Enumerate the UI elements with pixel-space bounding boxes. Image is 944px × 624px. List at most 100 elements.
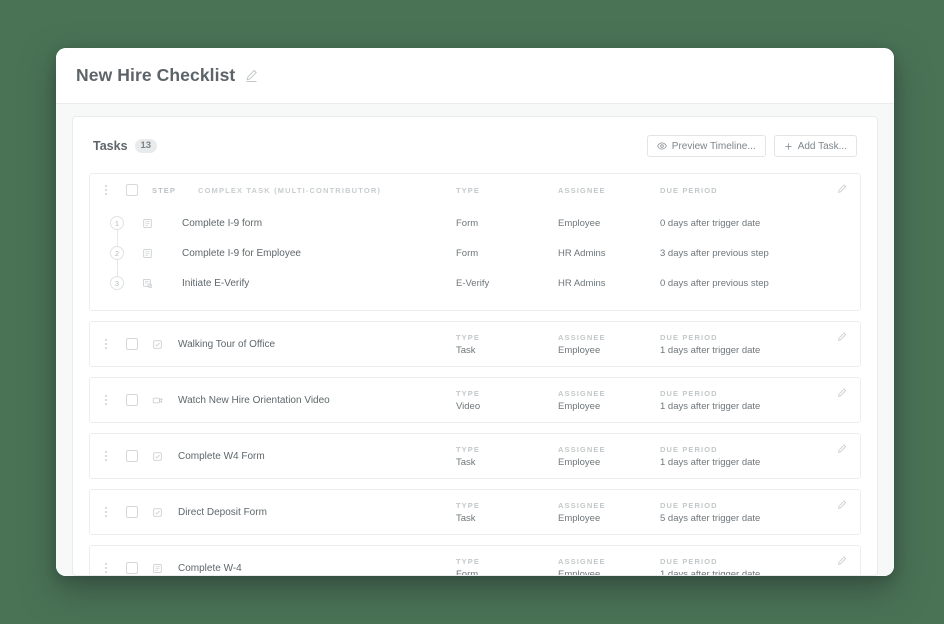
task-type-cell: TYPE Task xyxy=(456,333,548,356)
task-checkbox[interactable] xyxy=(126,338,138,350)
task-type-value: Video xyxy=(456,400,481,412)
task-checkbox[interactable] xyxy=(126,184,138,196)
add-task-label: Add Task... xyxy=(797,140,847,152)
column-header-type: TYPE xyxy=(456,388,480,398)
tasks-panel: Tasks 13 Preview Timeline... Add Task...… xyxy=(72,116,878,576)
column-header-type: TYPE xyxy=(456,444,480,454)
column-header-due-period: DUE PERIOD xyxy=(660,556,718,566)
drag-handle[interactable] xyxy=(102,507,110,517)
drag-handle[interactable] xyxy=(102,451,110,461)
task-checkbox[interactable] xyxy=(126,394,138,406)
pencil-icon[interactable] xyxy=(836,443,848,455)
column-header-assignee: ASSIGNEE xyxy=(558,388,606,398)
task-due-value: 1 days after trigger date xyxy=(660,400,761,412)
column-header-due-period: DUE PERIOD xyxy=(660,185,718,195)
pencil-icon[interactable] xyxy=(836,331,848,343)
step-number: 3 xyxy=(110,276,124,290)
step-assignee-value: HR Admins xyxy=(558,247,606,259)
pencil-icon[interactable] xyxy=(836,387,848,399)
everify-icon xyxy=(142,278,172,289)
checklist-icon xyxy=(152,507,168,518)
task-due-cell: DUE PERIOD 1 days after trigger date xyxy=(660,389,810,412)
drag-handle[interactable] xyxy=(102,563,110,573)
task-group-card[interactable]: STEP COMPLEX TASK (MULTI-CONTRIBUTOR) TYPE… xyxy=(89,173,861,311)
step-row[interactable]: 1 Complete I-9 form Form Employee 0 days aft… xyxy=(102,208,848,253)
task-assignee-value: Employee xyxy=(558,568,601,576)
task-checkbox[interactable] xyxy=(126,450,138,462)
step-row[interactable]: 2 Complete I-9 for Employee Form HR Admins 3… xyxy=(102,238,848,283)
step-title: Complete I-9 form xyxy=(182,217,263,229)
drag-handle[interactable] xyxy=(102,339,110,349)
column-header-step: STEP xyxy=(152,185,176,195)
task-card[interactable]: Complete W-4 TYPE Form ASSIGNEE Employee DUE … xyxy=(89,545,861,576)
task-due-cell: DUE PERIOD 1 days after trigger date xyxy=(660,333,810,356)
task-assignee-value: Employee xyxy=(558,400,601,412)
task-row[interactable]: Complete W4 Form TYPE Task ASSIGNEE Employee… xyxy=(90,434,860,478)
pencil-icon[interactable] xyxy=(836,499,848,511)
column-header-assignee: ASSIGNEE xyxy=(558,185,606,195)
step-assignee-value: HR Admins xyxy=(558,277,606,289)
task-checkbox[interactable] xyxy=(126,506,138,518)
step-row[interactable]: 3 Initiate E-Verify E-Verify HR Admins 0 day… xyxy=(102,268,848,298)
task-row[interactable]: Watch New Hire Orientation Video TYPE Vide… xyxy=(90,378,860,422)
task-type-cell: TYPE Task xyxy=(456,445,548,468)
task-assignee-cell: ASSIGNEE Employee xyxy=(558,501,650,524)
form-icon xyxy=(152,563,168,574)
task-row[interactable]: Walking Tour of Office TYPE Task ASSIGNEE Em… xyxy=(90,322,860,366)
step-number: 1 xyxy=(110,216,124,230)
form-icon xyxy=(142,218,172,229)
tasks-heading: Tasks 13 xyxy=(93,139,158,153)
pencil-icon[interactable] xyxy=(836,555,848,567)
step-due-value: 0 days after trigger date xyxy=(660,217,761,229)
checklist-icon xyxy=(152,451,168,462)
task-card[interactable]: Watch New Hire Orientation Video TYPE Vide… xyxy=(89,377,861,423)
column-header-assignee: ASSIGNEE xyxy=(558,500,606,510)
task-assignee-cell: ASSIGNEE Employee xyxy=(558,333,650,356)
pencil-icon[interactable] xyxy=(836,183,848,195)
column-header-due-period: DUE PERIOD xyxy=(660,332,718,342)
task-type-value: Form xyxy=(456,568,479,576)
pencil-icon[interactable] xyxy=(244,68,259,83)
preview-timeline-label: Preview Timeline... xyxy=(671,140,756,152)
task-assignee-value: Employee xyxy=(558,456,601,468)
drag-handle[interactable] xyxy=(102,185,110,195)
task-checkbox[interactable] xyxy=(126,562,138,574)
column-header-assignee: ASSIGNEE xyxy=(558,332,606,342)
task-type-cell: TYPE Form xyxy=(456,556,548,576)
step-due-value: 3 days after previous step xyxy=(660,247,769,259)
tasks-count-badge: 13 xyxy=(134,139,158,153)
step-due-value: 0 days after previous step xyxy=(660,277,769,289)
step-type-value: Form xyxy=(456,247,479,259)
task-due-cell: DUE PERIOD 1 days after trigger date xyxy=(660,556,810,576)
column-header-assignee: ASSIGNEE xyxy=(558,556,606,566)
toolbar-actions: Preview Timeline... Add Task... xyxy=(646,135,857,157)
task-title: Walking Tour of Office xyxy=(178,338,276,350)
task-row[interactable]: Direct Deposit Form TYPE Task ASSIGNEE Emplo… xyxy=(90,490,860,534)
window-header: New Hire Checklist xyxy=(56,48,894,104)
task-type-value: Task xyxy=(456,344,476,356)
plus-icon xyxy=(784,142,793,151)
task-title: Watch New Hire Orientation Video xyxy=(178,394,330,406)
task-title: Direct Deposit Form xyxy=(178,506,267,518)
column-header-type: TYPE xyxy=(456,556,480,566)
task-assignee-cell: ASSIGNEE Employee xyxy=(558,389,650,412)
task-card[interactable]: Direct Deposit Form TYPE Task ASSIGNEE Emplo… xyxy=(89,489,861,535)
task-due-value: 1 days after trigger date xyxy=(660,456,761,468)
group-type-label: COMPLEX TASK (MULTI-CONTRIBUTOR) xyxy=(198,185,382,195)
eye-icon xyxy=(656,141,667,151)
column-header-due-period: DUE PERIOD xyxy=(660,444,718,454)
step-title: Complete I-9 for Employee xyxy=(182,247,301,259)
column-header-assignee: ASSIGNEE xyxy=(558,444,606,454)
checklist-icon xyxy=(152,339,168,350)
app-window: New Hire Checklist Tasks 13 Preview Time… xyxy=(56,48,894,576)
task-card[interactable]: Walking Tour of Office TYPE Task ASSIGNEE Em… xyxy=(89,321,861,367)
step-assignee-value: Employee xyxy=(558,217,601,229)
task-row[interactable]: Complete W-4 TYPE Form ASSIGNEE Employee DUE … xyxy=(90,546,860,576)
form-icon xyxy=(142,248,172,259)
preview-timeline-button[interactable]: Preview Timeline... xyxy=(646,135,766,157)
add-task-button[interactable]: Add Task... xyxy=(773,135,857,157)
task-due-value: 5 days after trigger date xyxy=(660,512,761,524)
drag-handle[interactable] xyxy=(102,395,110,405)
task-type-cell: TYPE Task xyxy=(456,501,548,524)
task-card[interactable]: Complete W4 Form TYPE Task ASSIGNEE Employee… xyxy=(89,433,861,479)
